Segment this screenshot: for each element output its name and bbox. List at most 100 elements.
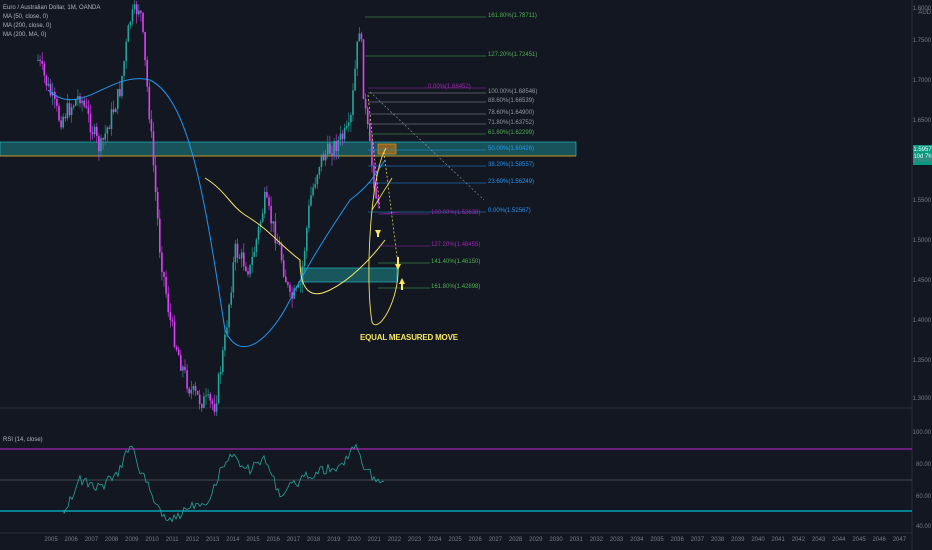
rsi-panel (0, 443, 912, 523)
candle-body (375, 188, 377, 199)
candle-body (303, 250, 306, 266)
candle-body (217, 374, 220, 404)
candle-body (47, 83, 50, 86)
year-tick-label: 2041 (771, 537, 785, 543)
year-tick-label: 2010 (145, 537, 159, 543)
fib-ext-label: 100.00%(1.52638) (431, 210, 481, 216)
year-tick-label: 2012 (185, 537, 200, 543)
price-tick-label: 1.6000 (912, 158, 931, 164)
fib-main-label: 71.80%(1.63752) (488, 120, 535, 126)
candle-body (192, 385, 195, 390)
candle-body (165, 276, 167, 294)
year-tick-label: 2015 (246, 537, 260, 543)
candle-body (343, 128, 346, 140)
candle-body (318, 167, 321, 175)
year-tick-label: 2035 (650, 537, 664, 543)
candle-body (72, 105, 75, 108)
candle-body (60, 120, 62, 128)
candle-body (81, 100, 83, 104)
price-tick-label: 1.4500 (912, 278, 931, 284)
candle-body (98, 136, 100, 152)
candle-body (249, 264, 251, 275)
candle-body (188, 388, 190, 394)
indicator-legend[interactable]: Euro / Australian Dollar, 1M, OANDA MA (… (3, 4, 100, 40)
candle-body (337, 140, 340, 152)
year-tick-label: 2018 (306, 537, 321, 543)
year-tick-label: 2013 (205, 537, 220, 543)
year-tick-label: 2006 (64, 537, 78, 543)
candle-body (64, 116, 67, 119)
candle-body (159, 218, 161, 253)
candle-body (43, 63, 46, 76)
year-tick-label: 2045 (852, 537, 866, 543)
year-tick-label: 2008 (104, 537, 119, 543)
year-tick-label: 2020 (347, 537, 361, 543)
candle-body (236, 243, 239, 258)
candle-body (324, 154, 327, 161)
target-zone (300, 267, 398, 283)
candle-body (261, 213, 264, 222)
candle-body (358, 33, 361, 42)
candle-body (148, 86, 151, 120)
year-tick-label: 2023 (407, 537, 422, 543)
fib-main-label: 61.80%(1.62299) (488, 130, 535, 136)
up-arrow-stem (377, 230, 379, 237)
year-tick-label: 2011 (165, 537, 179, 543)
candle-body (224, 334, 226, 351)
symbol-title[interactable]: Euro / Australian Dollar, 1M, OANDA (3, 4, 100, 13)
fib-main-label: 78.60%(1.64900) (488, 110, 535, 116)
fib-ext-label: 141.40%(1.46150) (431, 259, 481, 265)
candle-body (56, 98, 58, 106)
year-tick-label: 2043 (811, 537, 826, 543)
measured-move-annotation: EQUAL MEASURED MOVE (360, 333, 458, 342)
candle-body (156, 192, 159, 219)
candle-body (41, 61, 43, 64)
price-tick-label: 1.5500 (912, 198, 931, 204)
candle-body (339, 133, 342, 141)
candle-body (194, 385, 197, 392)
candle-body (345, 125, 348, 129)
year-tick-label: 2036 (670, 537, 684, 543)
up-arrow-stem-2 (401, 284, 403, 290)
moving-average-lines (47, 78, 386, 348)
ma-legend-2[interactable]: MA (200, close, 0) (3, 22, 100, 31)
candle-body (150, 119, 153, 132)
candle-body (83, 100, 85, 106)
candle-body (369, 123, 371, 142)
candle-body (205, 395, 207, 397)
candle-body (49, 83, 52, 96)
candle-body (198, 394, 201, 405)
year-tick-label: 2005 (44, 537, 58, 543)
candle-body (85, 105, 88, 108)
chart-grid (0, 0, 913, 550)
price-chart[interactable] (0, 0, 932, 550)
ma-legend-1[interactable]: MA (50, close, 0) (3, 13, 100, 22)
candle-body (266, 191, 268, 198)
candle-body (348, 122, 350, 126)
candle-body (110, 109, 113, 129)
price-tick-label: 1.3500 (912, 358, 931, 364)
candle-body (175, 346, 178, 350)
candle-body (62, 116, 64, 128)
year-tick-label: 2031 (569, 537, 583, 543)
candle-body (215, 403, 218, 412)
ma-legend-3[interactable]: MA (200, MA, 0) (3, 31, 100, 40)
rsi-legend[interactable]: RSI (14, close) (3, 437, 43, 443)
candle-body (219, 371, 222, 375)
candle-body (133, 4, 136, 10)
year-tick-label: 2042 (791, 537, 806, 543)
candle-body (37, 59, 39, 61)
candle-body (354, 68, 356, 91)
fib-main-label: 0.00%(1.68452) (428, 84, 471, 90)
fib-main-label: 88.60%(1.66539) (488, 98, 535, 104)
candle-body (371, 141, 373, 166)
candle-body (75, 99, 77, 106)
candle-body (177, 349, 180, 356)
year-tick-label: 2025 (448, 537, 462, 543)
fib-ext-label: 127.20%(1.48455) (431, 242, 481, 248)
year-tick-label: 2026 (468, 537, 482, 543)
candle-body (131, 9, 134, 22)
candle-body (39, 59, 41, 62)
candle-body (364, 98, 367, 109)
candle-body (106, 127, 109, 134)
